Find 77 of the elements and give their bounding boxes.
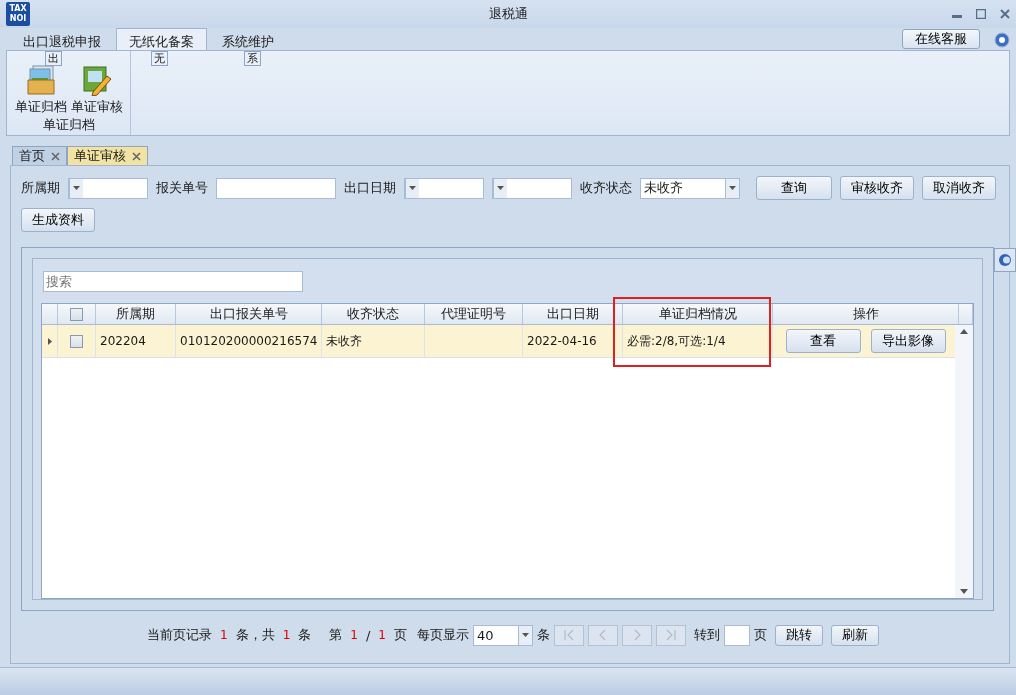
maximize-icon[interactable] [976,9,986,19]
document-tab[interactable]: 单证审核 [67,146,148,165]
column-header: 出口报关单号 [176,304,322,324]
photo-folder-icon [24,64,57,96]
side-toggle-button[interactable] [994,248,1016,272]
dropdown-arrow-icon [73,186,80,190]
column-header: 出口日期 [523,304,623,324]
pager-button[interactable]: 跳转 [774,624,823,646]
row-action-button[interactable]: 导出影像 [870,329,946,353]
ribbon-button[interactable]: 单证审核 [70,64,123,116]
close-icon[interactable] [1000,9,1010,19]
column-header: 所属期 [96,304,176,324]
pager-text: 条 [298,626,312,644]
pager-text: 页 [753,626,767,644]
table-cell: 010120200000216574 [176,325,322,357]
document-tab[interactable]: 首页 [12,146,67,165]
help-icon[interactable] [994,32,1010,48]
key-tip: 出 [45,51,62,66]
pager-text: 转到 [693,626,720,644]
dropdown-arrow-icon [521,633,529,637]
field-label: 收齐状态 [580,179,632,197]
pager-text: 当前页记录 [147,626,212,644]
group-label: 单证归档 [42,116,95,134]
select-all-checkbox[interactable] [70,307,83,321]
column-header: 代理证明号 [425,304,523,324]
circle-icon [998,253,1012,267]
pager-text: 每页显示 [416,626,469,644]
pager-button[interactable]: 刷新 [830,624,879,646]
dropdown-arrow-icon [497,186,504,190]
image-pencil-icon [80,64,113,96]
row-pointer-icon [47,337,52,345]
action-button[interactable]: 取消收齐 [922,176,996,200]
pager-text: 条，共 [235,626,275,644]
row-action-button[interactable]: 查看 [785,329,861,353]
column-header: 操作 [773,304,959,324]
table-cell: 必需:2/8,可选:1/4 [623,325,773,357]
row-checkbox[interactable] [70,334,83,348]
table-cell: 未收齐 [322,325,425,357]
action-button[interactable]: 审核收齐 [840,176,914,200]
search-field[interactable]: 搜索 [43,271,303,292]
table-cell: 2022-04-16 [523,325,623,357]
column-header: 单证归档情况 [623,304,773,324]
dropdown-field[interactable] [68,177,148,199]
action-button[interactable]: 生成资料 [21,208,95,232]
total-count: 1 [282,628,291,642]
window-title: 退税通 [488,5,528,23]
key-tip: 无 [151,51,168,66]
pager-text: 条 [536,626,550,644]
pager-text: 页 [393,626,407,644]
dropdown-arrow-icon [729,186,736,190]
table-cell: 202204 [96,325,176,357]
scroll-up-icon[interactable] [960,329,968,334]
page-count: 1 [378,628,386,642]
input-field[interactable] [216,177,336,199]
scroll-down-icon[interactable] [960,589,968,594]
close-icon[interactable] [132,151,141,161]
dropdown-field[interactable] [404,177,484,199]
online-service-button[interactable]: 在线客服 [902,29,980,49]
ribbon-button[interactable]: 单证归档 [14,64,67,116]
pager-text: 第 [329,626,343,644]
app-logo: TAX NOI [6,2,30,26]
query-button[interactable]: 查询 [756,176,832,200]
key-tip: 系 [244,51,261,66]
page-number: 1 [350,628,358,642]
dropdown-field[interactable]: 未收齐 [640,177,740,199]
dropdown-arrow-icon [409,186,416,190]
page-input[interactable] [723,624,750,646]
pager-text: / [365,627,371,643]
field-label: 报关单号 [156,179,208,197]
field-label: 所属期 [21,179,60,197]
record-count: 1 [220,628,228,642]
field-label: 出口日期 [344,179,396,197]
dropdown-field[interactable]: 40 [472,624,533,646]
scrollbar[interactable] [955,325,973,598]
column-header: 收齐状态 [322,304,425,324]
close-icon[interactable] [51,151,60,161]
dropdown-field[interactable] [492,177,572,199]
